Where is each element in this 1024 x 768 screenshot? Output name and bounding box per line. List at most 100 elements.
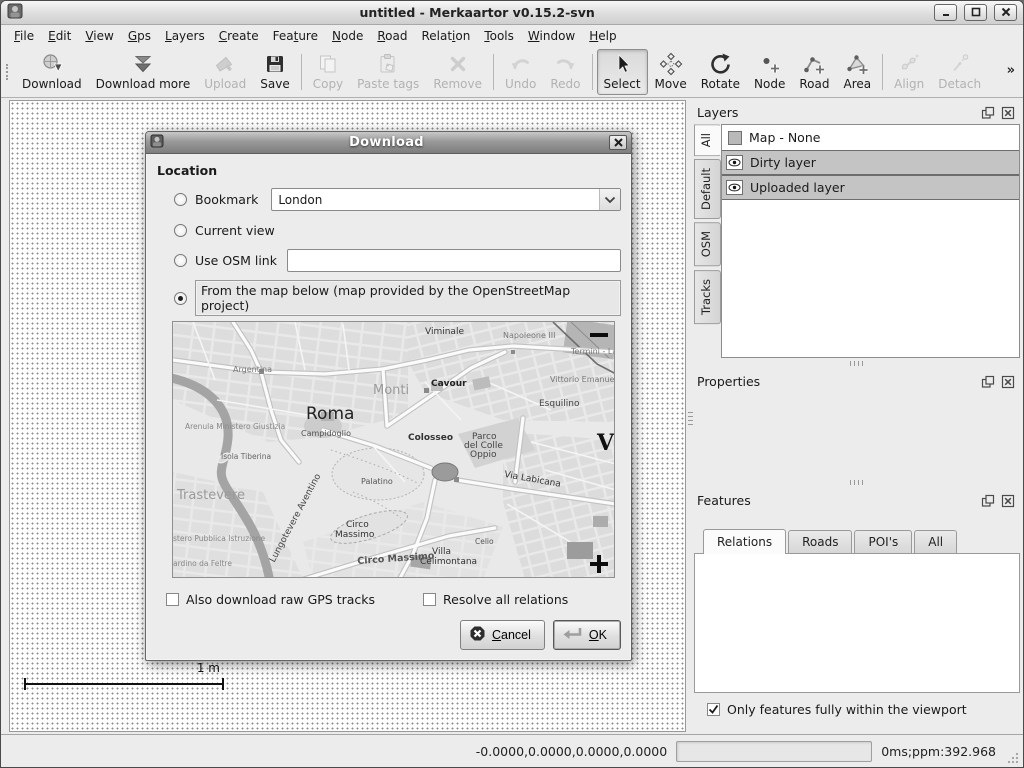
menu-gps[interactable]: Gps [121, 27, 158, 45]
toolbar-area-button[interactable]: Area [836, 49, 878, 95]
map-zoom-in-button[interactable] [590, 555, 608, 573]
cancel-button[interactable]: Cancel [460, 620, 545, 650]
osm-link-input[interactable] [287, 249, 621, 272]
toolbar-road-button[interactable]: Road [792, 49, 836, 95]
close-icon[interactable] [994, 4, 1017, 21]
toolbar-move-button[interactable]: Move [648, 49, 694, 95]
layers-tab-osm[interactable]: OSM [694, 222, 721, 266]
dialog-map[interactable]: ViminaleNapoleone IIITermini - LaArgenti… [172, 321, 615, 578]
features-tab-roads[interactable]: Roads [788, 530, 852, 554]
menubar: FileEditViewGpsLayersCreateFeatureNodeRo… [1, 25, 1023, 47]
toolbar-node-button[interactable]: Node [747, 49, 792, 95]
map-zoom-out-button[interactable] [590, 326, 608, 344]
map-canvas[interactable]: 1 m Download Location Bookmark [9, 100, 686, 732]
current-view-radio[interactable] [174, 224, 187, 237]
splitter-handle[interactable] [850, 361, 864, 366]
bookmark-option-row: Bookmark London [174, 188, 621, 211]
features-tab-poi-s[interactable]: POI's [854, 530, 912, 554]
gps-tracks-option: Also download raw GPS tracks [166, 592, 375, 607]
menu-view[interactable]: View [78, 27, 120, 45]
layer-row-map-none[interactable]: Map - None [722, 125, 1019, 150]
toolbar-overflow-button[interactable]: » [1005, 49, 1019, 78]
eye-icon[interactable] [726, 155, 743, 170]
dialog-title: Download [168, 135, 605, 150]
resize-grip[interactable] [1006, 751, 1020, 765]
toolbar-download-button[interactable]: Download [15, 49, 89, 95]
resolve-relations-checkbox[interactable] [423, 593, 436, 606]
splitter-handle[interactable] [850, 480, 864, 485]
menu-file[interactable]: File [7, 27, 41, 45]
layers-tab-tracks[interactable]: Tracks [694, 270, 721, 324]
features-list[interactable] [694, 553, 1020, 693]
toolbar-label: Download [22, 77, 82, 91]
menu-layers[interactable]: Layers [158, 27, 212, 45]
toolbar-separator [493, 54, 494, 90]
current-view-label: Current view [195, 223, 275, 238]
map-place-label: ardino da Feltre [173, 560, 232, 568]
dialog-titlebar[interactable]: Download [146, 132, 631, 154]
cursor-arrow-icon [610, 52, 634, 76]
features-tab-all[interactable]: All [914, 530, 957, 554]
layer-row-dirty-layer[interactable]: Dirty layer [722, 150, 1019, 175]
toolbar-copy-button: Copy [306, 49, 350, 95]
layers-tab-all[interactable]: All [694, 124, 721, 156]
layer-row-uploaded-layer[interactable]: Uploaded layer [722, 175, 1019, 200]
map-place-label: Argentina [233, 366, 272, 374]
dialog-buttons: Cancel OK [156, 620, 621, 650]
from-map-radio[interactable] [174, 292, 187, 305]
map-place-label: Trastevere [177, 489, 245, 502]
area-plus-icon [845, 52, 869, 76]
viewport-filter-checkbox[interactable] [707, 703, 720, 716]
scale-label: 1 m [197, 661, 220, 675]
minimize-icon[interactable] [934, 4, 957, 21]
dialog-close-icon[interactable] [609, 135, 627, 150]
titlebar[interactable]: untitled - Merkaartor v0.15.2-svn [1, 1, 1023, 25]
panel-splitter[interactable] [686, 100, 694, 732]
chevron-down-icon[interactable] [599, 189, 620, 210]
menu-relation[interactable]: Relation [414, 27, 477, 45]
rotate-arrow-icon [708, 52, 732, 76]
close-panel-icon[interactable] [1001, 375, 1015, 389]
toolbar-label: Redo [550, 77, 580, 91]
toolbar-select-button[interactable]: Select [597, 49, 648, 95]
float-panel-icon[interactable] [981, 494, 995, 508]
toolbar-separator [592, 54, 593, 90]
close-panel-icon[interactable] [1001, 494, 1015, 508]
toolbar-label: Save [260, 77, 289, 91]
menu-road[interactable]: Road [370, 27, 414, 45]
eye-icon[interactable] [726, 180, 743, 195]
float-panel-icon[interactable] [981, 106, 995, 120]
dock-splitter[interactable] [694, 477, 1020, 488]
bookmark-combobox[interactable]: London [271, 188, 621, 211]
menu-tools[interactable]: Tools [477, 27, 521, 45]
layer-label: Map - None [749, 130, 820, 145]
menu-edit[interactable]: Edit [41, 27, 78, 45]
toolbar-upload-button: Upload [197, 49, 253, 95]
osm-link-radio[interactable] [174, 254, 187, 267]
splitter-handle[interactable] [688, 412, 693, 426]
dock-splitter[interactable] [694, 358, 1020, 369]
close-panel-icon[interactable] [1001, 106, 1015, 120]
layer-swatch[interactable] [728, 131, 742, 145]
toolbar-download-more-button[interactable]: Download more [89, 49, 198, 95]
ok-button[interactable]: OK [553, 620, 621, 650]
bookmark-radio[interactable] [174, 193, 187, 206]
layers-tab-default[interactable]: Default [694, 159, 721, 219]
menu-window[interactable]: Window [521, 27, 582, 45]
toolbar-save-button[interactable]: Save [253, 49, 296, 95]
menu-help[interactable]: Help [582, 27, 623, 45]
detach-node-icon [948, 52, 972, 76]
map-place-label: Circo [346, 521, 369, 530]
menu-create[interactable]: Create [212, 27, 266, 45]
menu-feature[interactable]: Feature [266, 27, 325, 45]
map-labels: ViminaleNapoleone IIITermini - LaArgenti… [173, 322, 614, 577]
maximize-icon[interactable] [964, 4, 987, 21]
toolbar-drag-handle[interactable] [6, 64, 11, 80]
download-globe-icon [40, 52, 64, 76]
float-panel-icon[interactable] [981, 375, 995, 389]
copy-pages-icon [316, 52, 340, 76]
features-tab-relations[interactable]: Relations [703, 529, 786, 554]
toolbar-rotate-button[interactable]: Rotate [694, 49, 747, 95]
menu-node[interactable]: Node [325, 27, 370, 45]
gps-tracks-checkbox[interactable] [166, 593, 179, 606]
